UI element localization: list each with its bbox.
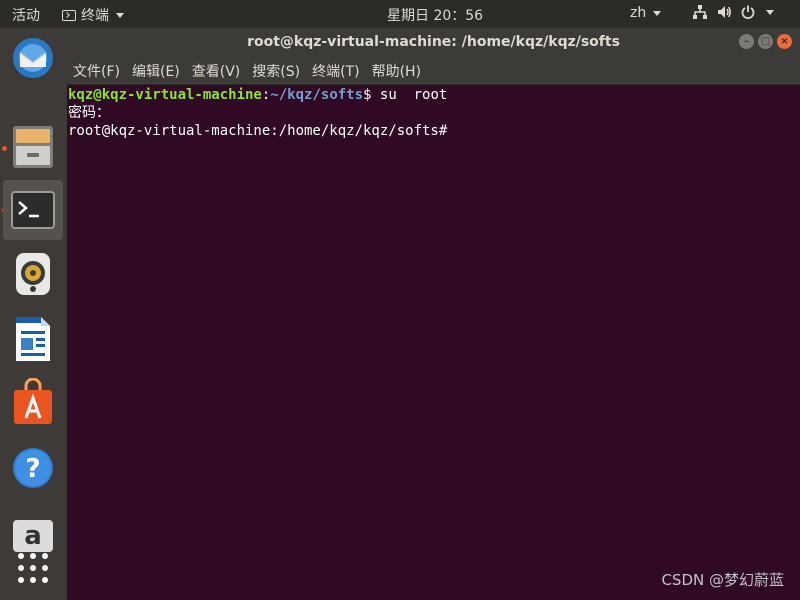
- app-menu[interactable]: 终端: [62, 5, 124, 25]
- terminal-line: root@kqz-virtual-machine:/home/kqz/kqz/s…: [68, 123, 448, 139]
- shopping-bag-icon: [14, 378, 52, 424]
- terminal-line: 密码：: [68, 105, 110, 121]
- menu-search[interactable]: 搜索(S): [252, 61, 300, 81]
- minimize-icon: –: [744, 36, 749, 47]
- menu-view[interactable]: 查看(V): [192, 61, 241, 81]
- svg-text:?: ?: [25, 454, 40, 484]
- terminal-line: kqz@kqz-virtual-machine:~/kqz/softs$ su …: [68, 86, 800, 104]
- menu-terminal[interactable]: 终端(T): [312, 61, 359, 81]
- window-controls: – □ ×: [739, 34, 792, 49]
- chevron-down-icon: [766, 9, 774, 15]
- minimize-button[interactable]: –: [739, 34, 754, 49]
- command-text: $ su root: [363, 87, 448, 103]
- speaker-icon: [16, 253, 50, 295]
- menu-file[interactable]: 文件(F): [73, 61, 120, 81]
- dock-item-files[interactable]: [3, 117, 63, 177]
- prompt-user: kqz@kqz-virtual-machine: [68, 87, 262, 103]
- system-menu[interactable]: [692, 4, 774, 20]
- maximize-button[interactable]: □: [758, 34, 773, 49]
- dock-item-rhythmbox[interactable]: [3, 244, 63, 304]
- close-icon: ×: [780, 36, 789, 47]
- menu-bar: 文件(F) 编辑(E) 查看(V) 搜索(S) 终端(T) 帮助(H): [67, 57, 800, 85]
- terminal-icon: [11, 191, 55, 229]
- power-icon: [741, 5, 755, 19]
- volume-icon: [718, 6, 731, 18]
- activities-button[interactable]: 活动: [12, 5, 40, 25]
- menu-help[interactable]: 帮助(H): [372, 61, 421, 81]
- dock-item-terminal[interactable]: [3, 180, 63, 240]
- watermark: CSDN @梦幻蔚蓝: [661, 571, 784, 589]
- language-label: zh: [630, 5, 647, 21]
- top-panel: 活动 终端 星期日 20：56 zh: [0, 0, 800, 28]
- dock-item-show-applications[interactable]: [3, 538, 63, 598]
- language-indicator[interactable]: zh: [630, 5, 662, 21]
- dock-item-help[interactable]: ?: [3, 438, 63, 498]
- dock-item-thunderbird[interactable]: [3, 28, 63, 88]
- prompt-path: ~/kqz/softs: [270, 87, 364, 103]
- dock: ? a: [0, 28, 67, 600]
- terminal-content[interactable]: kqz@kqz-virtual-machine:~/kqz/softs$ su …: [67, 85, 800, 600]
- thunderbird-mail-icon: [13, 38, 53, 78]
- terminal-small-icon: [62, 9, 76, 21]
- network-icon: [693, 5, 707, 19]
- maximize-icon: □: [760, 36, 771, 47]
- chevron-down-icon: [116, 12, 124, 18]
- question-mark-icon: ?: [13, 448, 53, 488]
- file-cabinet-icon: [13, 126, 53, 168]
- app-grid-icon: [18, 553, 48, 583]
- close-button[interactable]: ×: [777, 34, 792, 49]
- window-title: root@kqz-virtual-machine: /home/kqz/kqz/…: [247, 34, 620, 50]
- app-menu-label: 终端: [81, 8, 109, 24]
- writer-document-icon: [16, 317, 50, 361]
- terminal-window: root@kqz-virtual-machine: /home/kqz/kqz/…: [67, 28, 800, 600]
- window-titlebar[interactable]: root@kqz-virtual-machine: /home/kqz/kqz/…: [67, 28, 800, 57]
- dock-item-ubuntu-software[interactable]: [3, 372, 63, 432]
- dock-item-writer[interactable]: [3, 309, 63, 369]
- menu-edit[interactable]: 编辑(E): [132, 61, 180, 81]
- chevron-down-icon: [653, 10, 662, 16]
- clock[interactable]: 星期日 20：56: [387, 5, 483, 25]
